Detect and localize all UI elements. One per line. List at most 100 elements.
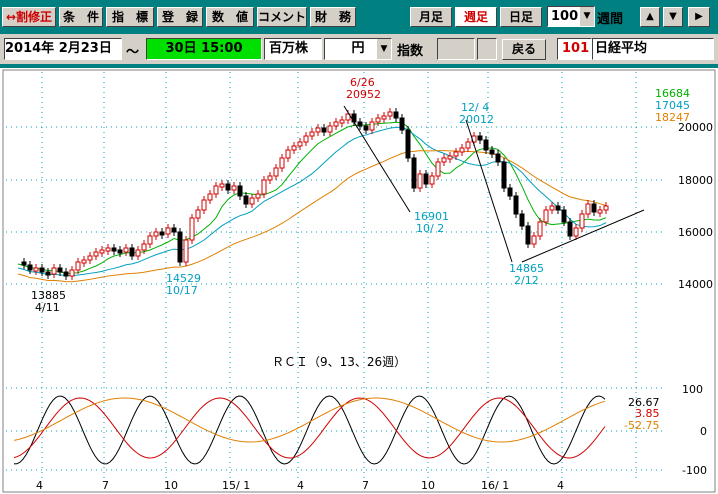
index-label: 指数 [397,44,424,59]
stock-code-field[interactable]: 101 [557,38,592,60]
candle-body [93,251,99,257]
candle-body [585,203,591,215]
candle-body [207,193,213,201]
candle-body [315,127,321,133]
candle-body [213,185,219,195]
end-time-field[interactable]: 30日 15:00 [146,38,262,60]
candle-body [375,117,381,123]
low-annotation-date: 4/11 [35,301,60,314]
candle-body [195,209,201,219]
register-button[interactable]: 登 録 [157,7,203,27]
candle-body [75,261,81,271]
candle-body [597,209,603,214]
candle-body [225,183,231,191]
index-field[interactable] [437,38,475,60]
comment-button[interactable]: コメント [257,7,307,27]
date-field[interactable]: 2014年 2月23日 [4,38,122,60]
candle-body [507,187,513,197]
candle-body [51,267,57,275]
rci-axis-label: -100 [682,464,707,477]
condition-button[interactable]: 条 件 [59,7,103,27]
candle-body [381,115,387,120]
candle-body [489,149,495,155]
candle-body [399,117,405,131]
low-annotation-date: 10/ 2 [416,222,444,235]
candle-body [357,121,363,127]
candle-body [321,127,327,133]
scroll-right-button[interactable]: ▶ [688,7,710,27]
x-axis-label: 15/ 1 [222,479,250,492]
x-axis-label: 10 [421,479,435,492]
candle-body [525,225,531,245]
candle-body [237,185,243,197]
candle-body [99,249,105,254]
candle-body [135,249,141,257]
daily-button[interactable]: 日足 [500,7,542,27]
candle-body [363,125,369,131]
index-field-2[interactable] [477,38,497,60]
price-axis-label: 18000 [678,174,713,187]
candle-body [519,213,525,227]
candle-body [279,157,285,169]
rci-axis-label: 0 [700,425,707,438]
candle-body [87,255,93,261]
high-annotation-value: 20952 [346,88,381,101]
x-axis-label: 4 [36,479,43,492]
candle-body [21,261,27,266]
currency-select[interactable]: 円 ▼ [324,38,392,60]
candle-body [81,259,87,264]
candle-body [105,247,111,252]
candle-body [303,135,309,143]
candle-body [411,157,417,189]
candle-body [141,243,147,251]
candle-body [69,269,75,277]
candle-body [483,139,489,151]
candle-body [537,221,543,237]
candle-body [387,111,393,117]
candle-body [423,173,429,185]
count-select[interactable]: 100 ▼ [547,6,595,27]
candle-body [501,161,507,189]
weekly-button[interactable]: 週足 [455,7,497,27]
candle-body [309,131,315,137]
monthly-button[interactable]: 月足 [410,7,452,27]
candle-body [33,267,39,272]
back-button[interactable]: 戻る [502,39,546,60]
candle-body [549,205,555,211]
candle-body [297,141,303,147]
candle-body [579,213,585,229]
candle-body [351,113,357,123]
candle-body [147,235,153,245]
candle-body [189,217,195,241]
price-axis-label: 16000 [678,226,713,239]
candle-body [63,271,69,277]
candle-body [459,147,465,153]
unit-field: 百万株 [264,38,322,60]
price-axis-label: 14000 [678,278,713,291]
chevron-down-icon: ▼ [580,7,594,26]
peak-annotation-value: 20012 [459,113,494,126]
candle-body [177,231,183,263]
stock-chart: 16684 17045 18247 20000 18000 16000 1400… [0,68,718,494]
count-value: 100 [551,9,579,24]
candle-body [591,203,597,213]
candle-body [327,125,333,133]
candle-body [45,271,51,276]
candle-body [111,247,117,252]
numeric-button[interactable]: 数 値 [206,7,254,27]
candle-body [57,267,63,273]
candle-body [339,119,345,124]
rci-long-value: -52.75 [624,419,659,432]
candle-body [369,121,375,131]
scroll-up-button[interactable]: ▲ [640,7,660,27]
split-adjust-button[interactable]: ↔割修正 [2,7,56,27]
candle-body [201,199,207,211]
candle-body [495,153,501,163]
candle-body [393,111,399,119]
indicator-button[interactable]: 指 標 [106,7,154,27]
x-axis-label: 16/ 1 [481,479,509,492]
rci-axis-label: 100 [682,383,703,396]
scroll-down-button[interactable]: ▼ [663,7,683,27]
candle-body [417,173,423,189]
financial-button[interactable]: 財 務 [310,7,356,27]
